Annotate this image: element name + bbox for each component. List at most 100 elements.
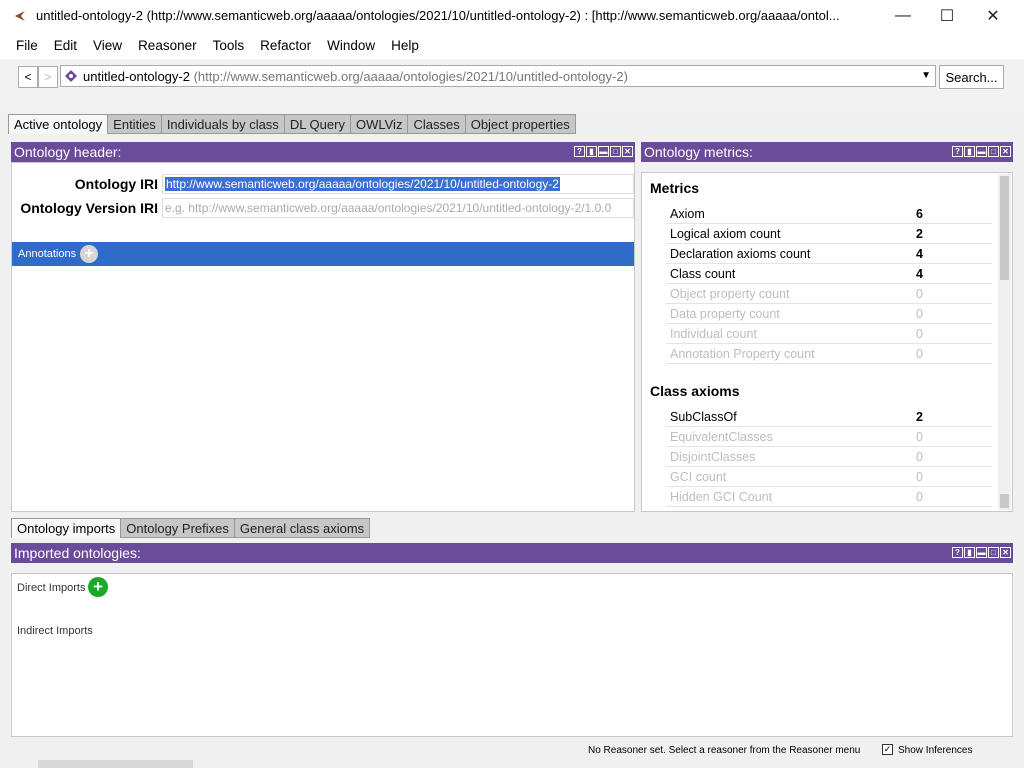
split-icon[interactable]: ▮ [586, 146, 597, 157]
panel-window-controls: ? ▮ ▬ □ ✕ [574, 146, 633, 157]
add-annotation-icon[interactable]: + [80, 245, 99, 263]
minimize-icon[interactable]: ▬ [598, 146, 609, 157]
minimize-icon[interactable]: ▬ [976, 547, 987, 558]
metric-label: Declaration axioms count [670, 246, 811, 261]
protege-window: untitled-ontology-2 (http://www.semantic… [0, 0, 1024, 768]
metrics-scrollbar[interactable] [998, 174, 1011, 510]
metric-row: Data property count 0 [666, 304, 992, 324]
panel-window-controls: ? ▮ ▬ □ ✕ [952, 547, 1011, 558]
back-button[interactable]: < [18, 66, 38, 88]
metric-label: Hidden GCI Count [670, 489, 773, 504]
split-icon[interactable]: ▮ [964, 547, 975, 558]
menu-help[interactable]: Help [383, 38, 427, 53]
metric-label: Annotation Property count [670, 346, 815, 361]
maximize-icon[interactable]: □ [988, 146, 999, 157]
menu-reasoner[interactable]: Reasoner [130, 38, 205, 53]
minimize-button[interactable]: — [880, 0, 926, 31]
help-icon[interactable]: ? [952, 146, 963, 157]
tab-general-class-axioms[interactable]: General class axioms [233, 518, 371, 538]
metric-row: GCI count 0 [666, 467, 992, 487]
metric-row: Declaration axioms count 4 [666, 244, 992, 264]
reasoner-status: No Reasoner set. Select a reasoner from … [588, 745, 861, 756]
add-import-icon[interactable]: + [88, 577, 108, 597]
metric-label: DisjointClasses [670, 449, 756, 464]
metric-value: 4 [916, 246, 923, 261]
metric-value: 2 [916, 226, 923, 241]
metric-label: Data property count [670, 306, 780, 321]
metric-value: 6 [916, 206, 923, 221]
help-icon[interactable]: ? [574, 146, 585, 157]
annotations-header: Annotations + [12, 242, 634, 266]
scrollbar-thumb[interactable] [1000, 176, 1009, 280]
tab-individuals-by-class[interactable]: Individuals by class [160, 114, 284, 134]
close-icon[interactable]: ✕ [622, 146, 633, 157]
annotations-label: Annotations [18, 248, 77, 260]
menu-bar: File Edit View Reasoner Tools Refactor W… [0, 31, 1024, 59]
metric-value: 0 [916, 326, 923, 341]
panel-title-text: Imported ontologies: [14, 545, 141, 561]
metric-row: Class count 4 [666, 264, 992, 284]
ontology-selector[interactable]: untitled-ontology-2 (http://www.semantic… [60, 65, 936, 87]
metric-label: Individual count [670, 326, 757, 341]
tab-active-ontology[interactable]: Active ontology [8, 114, 108, 134]
menu-view[interactable]: View [85, 38, 130, 53]
scrollbar-thumb-bottom[interactable] [1000, 494, 1009, 508]
metric-label: EquivalentClasses [670, 429, 773, 444]
ontology-iri-field[interactable]: http://www.semanticweb.org/aaaaa/ontolog… [162, 174, 634, 194]
metric-label: Axiom [670, 206, 705, 221]
search-button[interactable]: Search... [939, 65, 1004, 89]
tab-ontology-imports[interactable]: Ontology imports [11, 518, 121, 538]
panel-window-controls: ? ▮ ▬ □ ✕ [952, 146, 1011, 157]
maximize-icon[interactable]: □ [610, 146, 621, 157]
close-icon[interactable]: ✕ [1000, 547, 1011, 558]
tab-classes[interactable]: Classes [407, 114, 465, 134]
metric-row: EquivalentClasses 0 [666, 427, 992, 447]
metric-row: DisjointClasses 0 [666, 447, 992, 467]
forward-button[interactable]: > [38, 66, 58, 88]
metric-value: 0 [916, 286, 923, 301]
background-taskbar [38, 760, 193, 768]
metric-label: Class count [670, 266, 736, 281]
menu-refactor[interactable]: Refactor [252, 38, 319, 53]
ontology-iri-label: Ontology IRI [74, 176, 158, 192]
metric-value: 0 [916, 346, 923, 361]
tab-ontology-prefixes[interactable]: Ontology Prefixes [120, 518, 234, 538]
imported-ontologies-title: Imported ontologies: ? ▮ ▬ □ ✕ [11, 543, 1013, 563]
close-button[interactable]: ✕ [970, 0, 1016, 31]
metric-row: SubClassOf 2 [666, 407, 992, 427]
minimize-icon[interactable]: ▬ [976, 146, 987, 157]
metric-value: 4 [916, 266, 923, 281]
metric-value: 0 [916, 449, 923, 464]
metric-label: Logical axiom count [670, 226, 781, 241]
help-icon[interactable]: ? [952, 547, 963, 558]
menu-file[interactable]: File [8, 38, 46, 53]
metric-value: 0 [916, 306, 923, 321]
tab-object-properties[interactable]: Object properties [464, 114, 576, 134]
close-icon[interactable]: ✕ [1000, 146, 1011, 157]
tab-dl-query[interactable]: DL Query [283, 114, 350, 134]
status-bar: No Reasoner set. Select a reasoner from … [0, 740, 1024, 760]
show-inferences-checkbox[interactable]: ✓ [882, 744, 893, 755]
split-icon[interactable]: ▮ [964, 146, 975, 157]
ontology-version-iri-label: Ontology Version IRI [20, 200, 158, 216]
ontology-iri-display: (http://www.semanticweb.org/aaaaa/ontolo… [193, 68, 628, 84]
menu-edit[interactable]: Edit [46, 38, 85, 53]
maximize-button[interactable]: ☐ [924, 0, 970, 31]
metric-label: GCI count [670, 469, 727, 484]
maximize-icon[interactable]: □ [988, 547, 999, 558]
metric-value: 0 [916, 469, 923, 484]
tab-entities[interactable]: Entities [107, 114, 161, 134]
ontology-icon [65, 70, 77, 82]
menu-window[interactable]: Window [319, 38, 383, 53]
metric-row: Axiom 6 [666, 204, 992, 224]
metric-row: Hidden GCI Count 0 [666, 487, 992, 507]
panel-title-text: Ontology header: [14, 144, 122, 160]
ontology-version-iri-field[interactable]: e.g. http://www.semanticweb.org/aaaaa/on… [162, 198, 634, 218]
menu-tools[interactable]: Tools [205, 38, 253, 53]
ontology-iri-value: http://www.semanticweb.org/aaaaa/ontolog… [165, 177, 560, 191]
ontology-metrics-title: Ontology metrics: ? ▮ ▬ □ ✕ [641, 142, 1013, 162]
direct-imports-label: Direct Imports [17, 582, 86, 594]
tab-owlviz[interactable]: OWLViz [349, 114, 408, 134]
chevron-down-icon[interactable]: ▼ [921, 70, 931, 81]
toolbar: < > untitled-ontology-2 (http://www.sema… [0, 59, 1024, 111]
